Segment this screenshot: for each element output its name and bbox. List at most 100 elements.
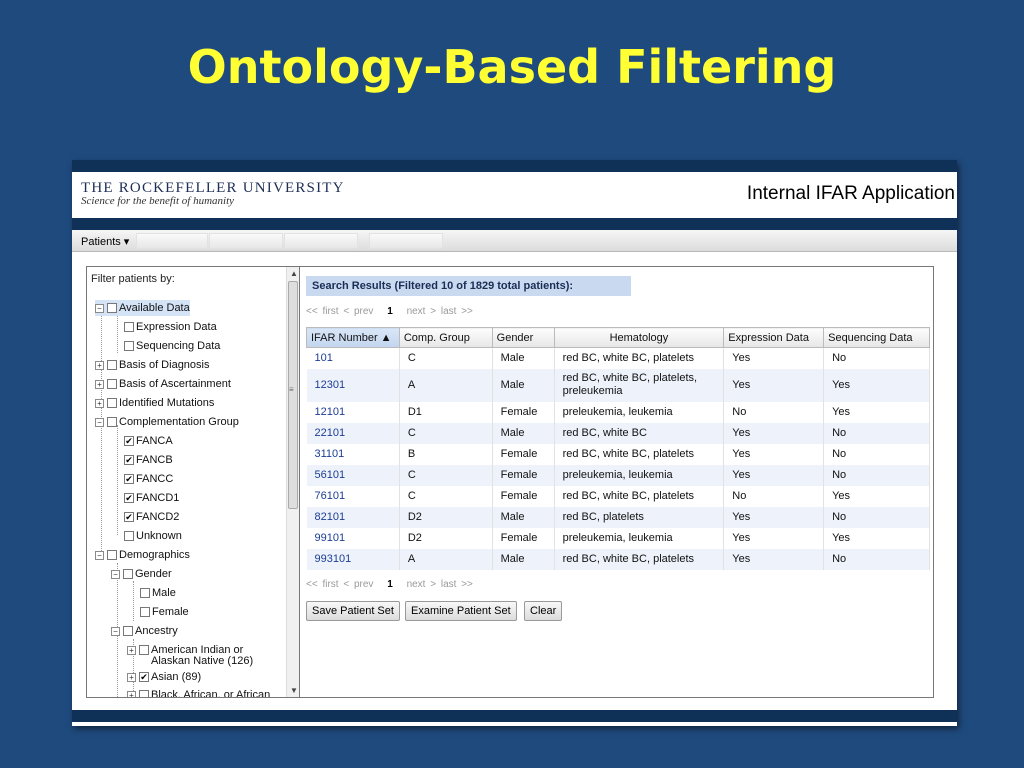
tree-node-fanca[interactable]: ✔ FANCA: [124, 433, 173, 449]
checkbox-checked[interactable]: ✔: [124, 436, 134, 446]
checkbox[interactable]: [124, 531, 134, 541]
tree-node-demographics[interactable]: − Demographics: [95, 547, 190, 563]
menu-item-blank[interactable]: [209, 233, 283, 249]
pager-next-link[interactable]: next >: [407, 306, 437, 317]
table-row[interactable]: 99101 D2 Female preleukemia, leukemia Ye…: [306, 527, 930, 549]
table-row[interactable]: 993101 A Male red BC, white BC, platelet…: [306, 548, 930, 570]
checkbox[interactable]: [140, 607, 150, 617]
save-patient-set-button[interactable]: Save Patient Set: [306, 601, 400, 621]
checkbox[interactable]: [107, 417, 117, 427]
ifar-number-link[interactable]: 12101: [306, 401, 400, 423]
table-row[interactable]: 31101 B Female red BC, white BC, platele…: [306, 443, 930, 465]
expand-toggle-icon[interactable]: +: [95, 398, 104, 408]
pager-prev-link[interactable]: < prev: [343, 306, 373, 317]
tree-node-expression-data[interactable]: Expression Data: [124, 319, 217, 335]
checkbox[interactable]: [124, 341, 134, 351]
tree-node-identified-mutations[interactable]: + Identified Mutations: [95, 395, 214, 411]
tree-node-label: Ancestry: [135, 625, 178, 637]
tree-node-female[interactable]: Female: [140, 604, 189, 620]
ifar-number-link[interactable]: 31101: [306, 443, 400, 465]
tree-node-male[interactable]: Male: [140, 585, 176, 601]
checkbox[interactable]: [139, 645, 149, 655]
checkbox-checked[interactable]: ✔: [124, 455, 134, 465]
checkbox-checked[interactable]: ✔: [124, 512, 134, 522]
clear-button[interactable]: Clear: [524, 601, 563, 621]
checkbox[interactable]: [124, 322, 134, 332]
pager-last-link[interactable]: last >>: [441, 579, 473, 590]
tree-node-basis-of-ascertainment[interactable]: + Basis of Ascertainment: [95, 376, 231, 392]
menu-item-blank[interactable]: [284, 233, 358, 249]
table-row[interactable]: 76101 C Female red BC, white BC, platele…: [306, 485, 930, 507]
pager-next-link[interactable]: next >: [407, 579, 437, 590]
ifar-number-link[interactable]: 76101: [306, 485, 400, 507]
tree-node-fancd2[interactable]: ✔ FANCD2: [124, 509, 179, 525]
pager-first-link[interactable]: << first: [306, 579, 339, 590]
menu-item-blank[interactable]: [369, 233, 443, 249]
tree-node-fancc[interactable]: ✔ FANCC: [124, 471, 173, 487]
tree-node-unknown[interactable]: Unknown: [124, 528, 182, 544]
collapse-toggle-icon[interactable]: −: [111, 626, 120, 636]
checkbox[interactable]: [123, 626, 133, 636]
table-row[interactable]: 56101 C Female preleukemia, leukemia Yes…: [306, 464, 930, 486]
tree-node-sequencing-data[interactable]: Sequencing Data: [124, 338, 220, 354]
ifar-number-link[interactable]: 22101: [306, 422, 400, 444]
table-row[interactable]: 82101 D2 Male red BC, platelets Yes No: [306, 506, 930, 528]
tree-scrollbar[interactable]: ▲ ≡ ▼: [286, 267, 299, 697]
column-header-sequencing-data[interactable]: Sequencing Data: [823, 327, 930, 348]
table-row[interactable]: 22101 C Male red BC, white BC Yes No: [306, 422, 930, 444]
tree-node-fancd1[interactable]: ✔ FANCD1: [124, 490, 179, 506]
tree-node-complementation-group[interactable]: − Complementation Group: [95, 414, 239, 430]
tree-node-ancestry[interactable]: − Ancestry: [111, 623, 178, 639]
checkbox[interactable]: [140, 588, 150, 598]
checkbox-checked[interactable]: ✔: [124, 493, 134, 503]
patients-menu[interactable]: Patients ▾: [81, 235, 129, 248]
ifar-number-link[interactable]: 993101: [306, 548, 400, 570]
column-header-ifar-number[interactable]: IFAR Number ▲: [306, 327, 400, 348]
column-header-gender[interactable]: Gender: [491, 327, 555, 348]
table-row[interactable]: 12301 A Male red BC, white BC, platelets…: [306, 368, 930, 402]
ifar-number-link[interactable]: 12301: [306, 368, 400, 402]
pager-prev-link[interactable]: < prev: [343, 579, 373, 590]
expand-toggle-icon[interactable]: +: [95, 379, 104, 389]
tree-node-fancb[interactable]: ✔ FANCB: [124, 452, 173, 468]
ifar-number-link[interactable]: 101: [306, 347, 400, 369]
ifar-number-link[interactable]: 82101: [306, 506, 400, 528]
checkbox[interactable]: [107, 550, 117, 560]
tree-node-black-african[interactable]: + Black, African, or African: [127, 687, 270, 697]
menu-item-blank[interactable]: [136, 233, 208, 249]
cell-hematology: red BC, white BC: [554, 422, 725, 444]
expand-toggle-icon[interactable]: +: [127, 690, 136, 697]
scroll-down-arrow-icon[interactable]: ▼: [290, 686, 298, 695]
pager-last-link[interactable]: last >>: [441, 306, 473, 317]
scrollbar-thumb[interactable]: [288, 281, 298, 509]
examine-patient-set-button[interactable]: Examine Patient Set: [405, 601, 517, 621]
checkbox[interactable]: [139, 690, 149, 697]
checkbox[interactable]: [123, 569, 133, 579]
checkbox[interactable]: [107, 398, 117, 408]
table-row[interactable]: 101 C Male red BC, white BC, platelets Y…: [306, 347, 930, 369]
tree-node-gender[interactable]: − Gender: [111, 566, 172, 582]
ifar-number-link[interactable]: 56101: [306, 464, 400, 486]
tree-node-asian[interactable]: + ✔ Asian (89): [127, 669, 201, 685]
expand-toggle-icon[interactable]: +: [127, 645, 136, 655]
collapse-toggle-icon[interactable]: −: [95, 417, 104, 427]
pager-first-link[interactable]: << first: [306, 306, 339, 317]
collapse-toggle-icon[interactable]: −: [111, 569, 120, 579]
expand-toggle-icon[interactable]: +: [95, 360, 104, 370]
collapse-toggle-icon[interactable]: −: [95, 303, 104, 313]
checkbox[interactable]: [107, 303, 117, 313]
table-row[interactable]: 12101 D1 Female preleukemia, leukemia No…: [306, 401, 930, 423]
ifar-number-link[interactable]: 99101: [306, 527, 400, 549]
tree-node-available-data[interactable]: − Available Data: [95, 300, 190, 316]
scroll-up-arrow-icon[interactable]: ▲: [290, 269, 298, 278]
tree-node-basis-of-diagnosis[interactable]: + Basis of Diagnosis: [95, 357, 210, 373]
collapse-toggle-icon[interactable]: −: [95, 550, 104, 560]
checkbox[interactable]: [107, 379, 117, 389]
column-header-comp-group[interactable]: Comp. Group: [398, 327, 493, 348]
column-header-expression-data[interactable]: Expression Data: [723, 327, 825, 348]
checkbox-checked[interactable]: ✔: [124, 474, 134, 484]
checkbox-checked[interactable]: ✔: [139, 672, 149, 682]
column-header-hematology[interactable]: Hematology: [553, 327, 725, 348]
checkbox[interactable]: [107, 360, 117, 370]
expand-toggle-icon[interactable]: +: [127, 672, 136, 682]
